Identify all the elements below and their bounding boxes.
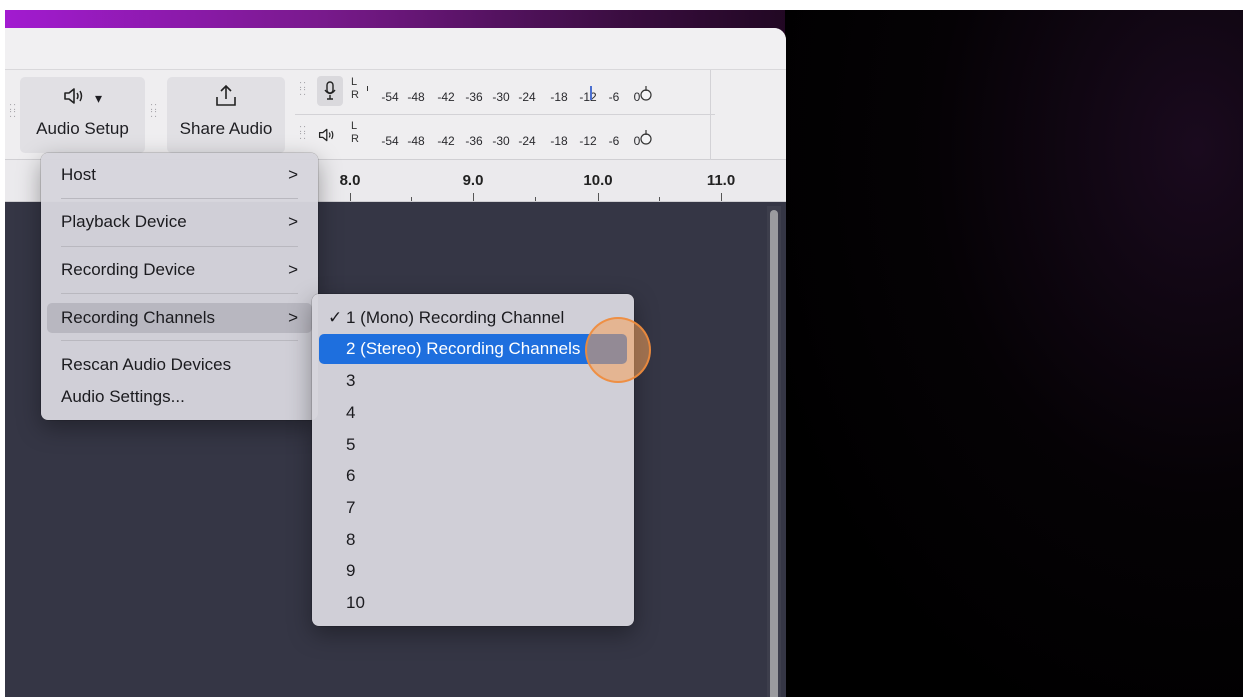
checkmark-icon: ✓ xyxy=(328,308,343,327)
audio-setup-label: Audio Setup xyxy=(36,119,129,138)
menu-item-host[interactable]: Host > xyxy=(47,160,312,190)
menu-item-channels-1[interactable]: ✓ 1 (Mono) Recording Channel xyxy=(318,303,628,333)
desktop-background-right xyxy=(785,10,1243,697)
meter-scale: -54 -48 -42 -36 -30 -24 -18 -12 -6 0 xyxy=(367,80,707,108)
meter-channel-labels: L R xyxy=(351,76,359,101)
menu-item-channels-6[interactable]: 6 xyxy=(318,461,628,491)
menu-separator xyxy=(61,293,298,294)
audio-setup-menu: Host > Playback Device > Recording Devic… xyxy=(41,153,318,420)
menu-item-audio-settings[interactable]: Audio Settings... xyxy=(47,382,312,412)
menu-item-recording-channels[interactable]: Recording Channels > xyxy=(47,303,312,333)
menu-item-playback-device[interactable]: Playback Device > xyxy=(47,207,312,237)
microphone-icon[interactable] xyxy=(317,76,343,106)
audio-setup-button[interactable]: ▾ Audio Setup xyxy=(20,77,145,153)
chevron-right-icon: > xyxy=(288,165,298,184)
toolbar: :::: ▾ Audio Setup :::: Share Audio:::… xyxy=(5,70,786,160)
meter-scale: -54 -48 -42 -36 -30 -24 -18 -12 -6 0 xyxy=(367,124,707,152)
speaker-icon xyxy=(63,86,93,111)
speaker-icon[interactable] xyxy=(317,120,343,150)
toolbar-grip[interactable]: :::: xyxy=(9,102,17,120)
share-audio-button[interactable]: Share Audio xyxy=(167,77,285,153)
chevron-right-icon: > xyxy=(288,308,298,327)
menu-item-channels-8[interactable]: 8 xyxy=(318,525,628,555)
recording-meter[interactable]: :::: L R -54 -48 -42 -36 -30 -24 -18 -12… xyxy=(295,72,715,112)
meter-slider-knob[interactable] xyxy=(639,130,653,151)
menu-item-channels-2[interactable]: 2 (Stereo) Recording Channels xyxy=(319,334,627,364)
playback-meter[interactable]: :::: L R -54 -48 -42 -36 -30 -24 -18 -12… xyxy=(295,116,715,156)
share-audio-label: Share Audio xyxy=(179,119,273,138)
chevron-right-icon: > xyxy=(288,260,298,279)
menu-separator xyxy=(61,198,298,199)
meter-divider xyxy=(710,70,711,160)
menu-separator xyxy=(61,340,298,341)
menu-item-recording-device[interactable]: Recording Device > xyxy=(47,255,312,285)
meter-slider-knob[interactable] xyxy=(639,86,653,107)
meter-grip[interactable]: :::: xyxy=(299,124,307,142)
toolbar-grip[interactable]: :::: xyxy=(150,102,158,120)
share-icon xyxy=(213,83,239,114)
window-titlebar xyxy=(5,28,786,70)
chevron-down-icon: ▾ xyxy=(94,89,103,106)
meter-channel-labels: L R xyxy=(351,120,359,145)
menu-item-rescan-audio-devices[interactable]: Rescan Audio Devices xyxy=(47,350,312,380)
menu-item-channels-5[interactable]: 5 xyxy=(318,430,628,460)
menu-item-channels-9[interactable]: 9 xyxy=(318,556,628,586)
click-highlight xyxy=(585,317,651,383)
meter-separator xyxy=(295,114,715,115)
scrollbar-thumb[interactable] xyxy=(770,210,778,697)
meter-grip[interactable]: :::: xyxy=(299,80,307,98)
chevron-right-icon: > xyxy=(288,212,298,231)
menu-item-channels-10[interactable]: 10 xyxy=(318,588,628,618)
menu-item-channels-4[interactable]: 4 xyxy=(318,398,628,428)
meter-peak-marker xyxy=(590,86,592,100)
menu-item-channels-7[interactable]: 7 xyxy=(318,493,628,523)
menu-item-channels-3[interactable]: 3 xyxy=(318,366,628,396)
vertical-scrollbar[interactable] xyxy=(767,206,781,697)
menu-separator xyxy=(61,246,298,247)
